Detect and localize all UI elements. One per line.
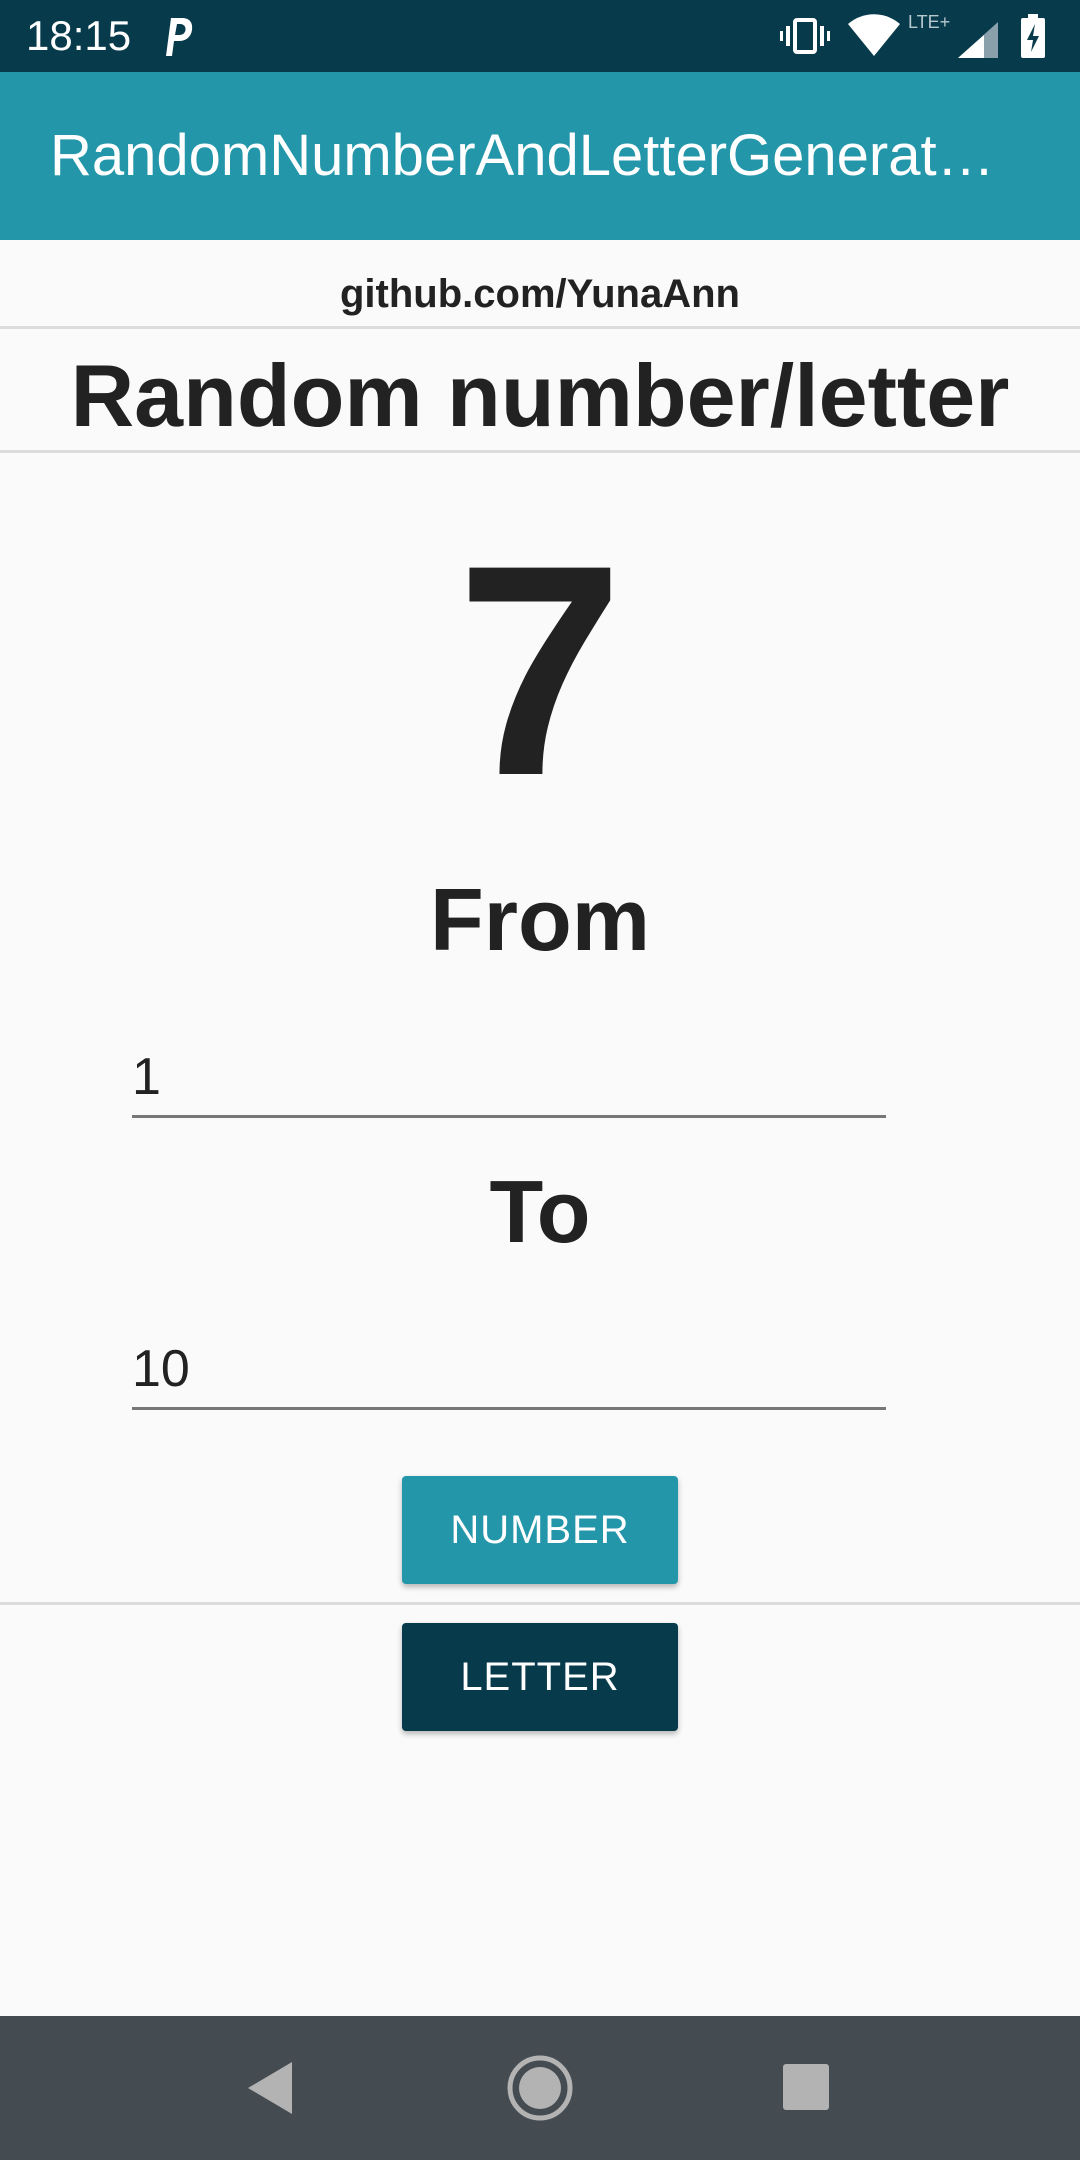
vibrate-icon — [780, 18, 830, 54]
to-input[interactable] — [132, 1330, 886, 1407]
from-field[interactable] — [132, 1038, 886, 1118]
app-title: RandomNumberAndLetterGenerat… — [50, 123, 995, 188]
recents-icon[interactable] — [783, 2064, 829, 2110]
github-credit: github.com/YunaAnn — [340, 272, 740, 316]
to-label: To — [489, 1162, 591, 1261]
divider — [0, 1602, 1080, 1605]
back-icon[interactable] — [240, 2056, 300, 2120]
signal-icon — [958, 22, 998, 58]
battery-charging-icon — [1021, 14, 1045, 58]
home-icon[interactable] — [506, 2054, 574, 2122]
from-input[interactable] — [132, 1038, 886, 1115]
number-button[interactable]: NUMBER — [402, 1476, 678, 1584]
letter-button[interactable]: LETTER — [402, 1623, 678, 1731]
divider — [0, 326, 1080, 329]
wifi-icon — [848, 14, 900, 56]
app-bar: RandomNumberAndLetterGenerat… — [0, 72, 1080, 240]
page-heading: Random number/letter — [70, 346, 1010, 445]
screen: 18:15 LTE+ RandomNumberAndLetterGenerat… — [0, 0, 1080, 2160]
to-field[interactable] — [132, 1330, 886, 1410]
network-type-label: LTE+ — [908, 12, 951, 32]
divider — [0, 450, 1080, 453]
status-bar: 18:15 LTE+ — [0, 0, 1080, 72]
status-time: 18:15 — [26, 12, 132, 59]
from-label: From — [430, 870, 650, 969]
navigation-bar — [0, 2016, 1080, 2160]
parking-app-icon — [166, 18, 193, 56]
result-value: 7 — [456, 502, 624, 838]
